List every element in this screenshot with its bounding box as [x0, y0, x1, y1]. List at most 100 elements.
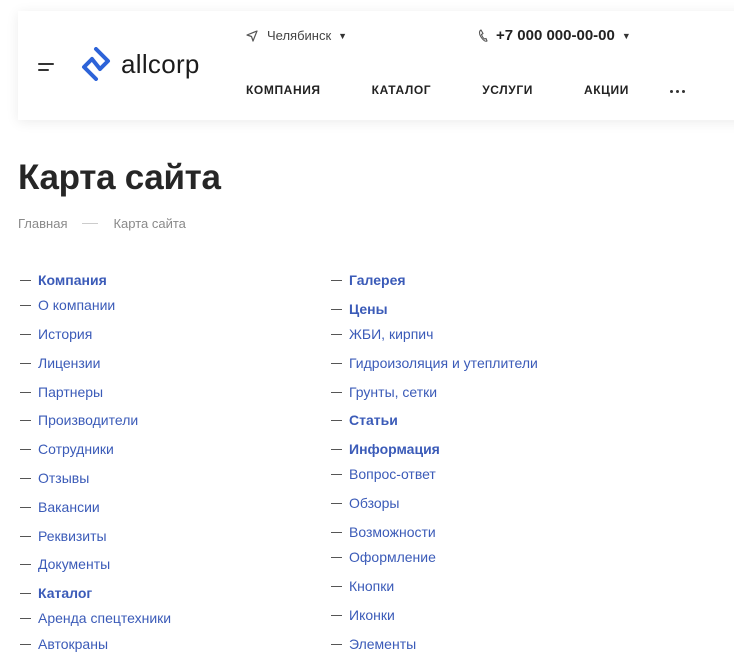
phone-selector[interactable]: +7 000 000-00-00 ▼ [478, 27, 631, 44]
sitemap-link-label: Статьи [349, 412, 398, 428]
sitemap-link[interactable]: Элементы [331, 636, 416, 652]
sitemap-link-label: Кнопки [349, 578, 395, 594]
sitemap-link-label: Производители [38, 412, 139, 428]
dash-bullet [20, 535, 31, 537]
breadcrumb-current: Карта сайта [113, 216, 186, 231]
sitemap-link[interactable]: Отзывы [20, 470, 89, 486]
dash-bullet [331, 614, 342, 616]
dash-bullet [20, 563, 31, 565]
sitemap-link[interactable]: Обзоры [331, 495, 400, 511]
sitemap-link[interactable]: Партнеры [20, 384, 103, 400]
sitemap-link[interactable]: ЖБИ, кирпич [331, 326, 433, 342]
sitemap-section-link[interactable]: Информация [331, 441, 440, 457]
dash-bullet [20, 617, 31, 619]
city-label: Челябинск [267, 28, 332, 43]
sitemap-link[interactable]: Гидроизоляция и утеплители [331, 355, 538, 371]
more-menu-icon[interactable] [669, 88, 685, 93]
sitemap-link[interactable]: Возможности [331, 524, 436, 540]
sitemap-link-label: Сотрудники [38, 441, 114, 457]
nav-item-services[interactable]: УСЛУГИ [482, 83, 533, 97]
dash-bullet [331, 362, 342, 364]
sitemap-link-label: Автокраны [38, 636, 108, 652]
sitemap-link[interactable]: История [20, 326, 92, 342]
logo-text: allcorp [121, 48, 200, 79]
chevron-down-icon: ▼ [338, 30, 348, 41]
sitemap-link-label: ЖБИ, кирпич [349, 326, 434, 342]
dash-bullet [20, 362, 31, 364]
sitemap-link[interactable]: Реквизиты [20, 528, 107, 544]
sitemap-link[interactable]: Аренда спецтехники [20, 610, 171, 626]
dash-bullet [331, 502, 342, 504]
dash-bullet [331, 333, 342, 335]
dash-bullet [331, 643, 342, 645]
city-selector[interactable]: Челябинск ▼ [246, 28, 347, 43]
sitemap-link-label: Аренда спецтехники [38, 610, 172, 626]
sitemap-link-label: Иконки [349, 607, 395, 623]
nav-item-catalog[interactable]: КАТАЛОГ [372, 83, 432, 97]
breadcrumb-separator [82, 223, 99, 224]
sitemap-section-link[interactable]: Галерея [331, 272, 406, 288]
breadcrumb-home[interactable]: Главная [18, 216, 67, 231]
sitemap-link-label: Информация [349, 441, 440, 457]
dash-bullet [20, 419, 31, 421]
sitemap-link-label: Обзоры [349, 495, 400, 511]
sitemap-link-label: О компании [38, 297, 116, 313]
menu-burger-icon[interactable] [38, 61, 56, 73]
sitemap-link-label: Цены [349, 301, 388, 317]
dash-bullet [20, 304, 31, 306]
dash-bullet [331, 585, 342, 587]
sitemap-link[interactable]: Документы [20, 556, 110, 572]
sitemap-link-label: История [38, 326, 93, 342]
phone-icon [478, 28, 488, 42]
dash-bullet [331, 391, 342, 393]
sitemap-link-label: Компания [38, 272, 107, 288]
location-arrow-icon [246, 29, 258, 42]
site-logo[interactable]: allcorp [81, 47, 200, 81]
dash-bullet [20, 333, 31, 335]
chevron-down-icon: ▼ [621, 30, 631, 41]
phone-number: +7 000 000-00-00 [496, 27, 615, 44]
sitemap-link-label: Элементы [349, 636, 417, 652]
sitemap-link[interactable]: Грунты, сетки [331, 384, 437, 400]
sitemap-link-label: Оформление [349, 549, 436, 565]
page-title: Карта сайта [18, 158, 221, 197]
sitemap-link-label: Лицензии [38, 355, 101, 371]
dash-bullet [20, 448, 31, 450]
sitemap-link-label: Вопрос-ответ [349, 466, 436, 482]
logo-mark-icon [82, 47, 110, 81]
sitemap-section-link[interactable]: Статьи [331, 412, 398, 428]
dash-bullet [331, 556, 342, 558]
sitemap-link-label: Отзывы [38, 470, 90, 486]
sitemap-link[interactable]: Автокраны [20, 636, 108, 652]
sitemap-link[interactable]: Вопрос-ответ [331, 466, 436, 482]
dash-bullet [331, 308, 342, 310]
nav-item-promotions[interactable]: АКЦИИ [584, 83, 629, 97]
sitemap-link[interactable]: О компании [20, 297, 115, 313]
sitemap-section-link[interactable]: Компания [20, 272, 107, 288]
main-nav: КОМПАНИЯ КАТАЛОГ УСЛУГИ АКЦИИ [246, 83, 685, 97]
sitemap-link[interactable]: Вакансии [20, 499, 100, 515]
dash-bullet [20, 592, 31, 594]
dash-bullet [20, 506, 31, 508]
sitemap-link-label: Гидроизоляция и утеплители [349, 355, 538, 371]
dash-bullet [331, 279, 342, 281]
sitemap-link-label: Реквизиты [38, 528, 107, 544]
breadcrumb: Главная Карта сайта [18, 216, 186, 231]
nav-item-company[interactable]: КОМПАНИЯ [246, 83, 321, 97]
site-header: allcorp Челябинск ▼ +7 000 000-00-00 ▼ К… [18, 11, 734, 120]
sitemap-link[interactable]: Лицензии [20, 355, 100, 371]
sitemap-link[interactable]: Производители [20, 412, 138, 428]
sitemap-link[interactable]: Оформление [331, 549, 436, 565]
sitemap-section-link[interactable]: Цены [331, 301, 388, 317]
sitemap-link-label: Каталог [38, 585, 93, 601]
dash-bullet [20, 279, 31, 281]
sitemap-link[interactable]: Сотрудники [20, 441, 114, 457]
sitemap-section-link[interactable]: Каталог [20, 585, 92, 601]
sitemap-link-label: Вакансии [38, 499, 100, 515]
dash-bullet [20, 643, 31, 645]
dash-bullet [331, 419, 342, 421]
sitemap-link[interactable]: Иконки [331, 607, 395, 623]
sitemap-link[interactable]: Кнопки [331, 578, 394, 594]
dash-bullet [331, 473, 342, 475]
dash-bullet [331, 448, 342, 450]
